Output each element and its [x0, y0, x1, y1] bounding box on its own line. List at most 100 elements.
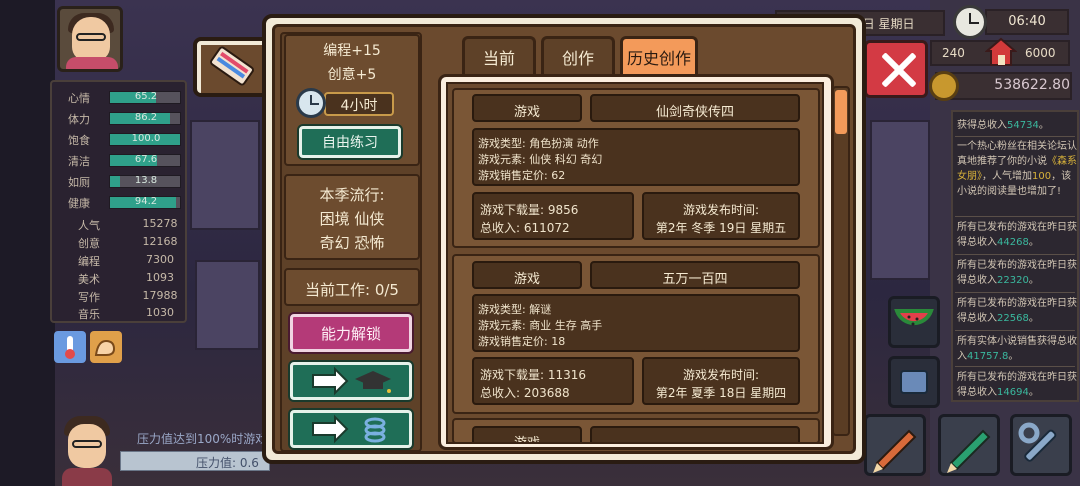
- attribute-label: 编程: [78, 255, 100, 268]
- free-practice-label: 自由练习: [322, 135, 378, 151]
- pressure-label: 压力值: 0.6: [196, 456, 259, 470]
- news-divider: [955, 330, 1075, 331]
- attribute-value: 17988: [142, 289, 178, 302]
- tab-create[interactable]: 创作: [541, 36, 615, 74]
- stat-bar: 67.6: [109, 154, 181, 167]
- thermometer-icon[interactable]: [54, 331, 86, 363]
- news-divider: [955, 292, 1075, 293]
- money-value: 538622.80: [994, 77, 1070, 93]
- close-button[interactable]: [864, 40, 928, 98]
- stat-bar: 94.2: [109, 196, 181, 209]
- game-income: 总收入: 203688: [480, 386, 570, 400]
- spring-coil-icon: [364, 417, 386, 443]
- news-item: 所有实体小说销售获得总收入41757.8。: [957, 336, 1077, 362]
- coin-icon: [929, 71, 959, 101]
- game-type: 游戏类型: 解谜: [478, 303, 552, 316]
- pressure-hint-text: 压力值达到100%时游戏: [137, 432, 268, 446]
- player-avatar[interactable]: [57, 6, 123, 72]
- attribute-label: 音乐: [78, 308, 100, 321]
- trend-line-1: 困境 仙侠: [319, 210, 385, 228]
- attribute-row-programming: 编程 7300: [52, 252, 189, 270]
- muscle-icon[interactable]: [90, 331, 122, 363]
- news-divider: [955, 366, 1075, 367]
- stat-value: 67.6: [134, 154, 158, 165]
- attribute-label: 人气: [78, 219, 100, 232]
- trend-line-2: 奇幻 恐怖: [319, 234, 385, 252]
- pencil-icon[interactable]: [864, 414, 926, 476]
- game-elements: 游戏元素: 商业 生存 高手: [478, 319, 603, 332]
- free-practice-button[interactable]: 自由练习: [299, 126, 401, 158]
- rest-button[interactable]: [290, 410, 412, 448]
- practice-gain-programming: 编程+15: [323, 43, 381, 59]
- status-icons: [54, 331, 124, 365]
- stat-bar: 100.0: [109, 133, 181, 146]
- arrow-right-icon: [312, 366, 349, 396]
- kind-text: 游戏: [513, 105, 540, 120]
- background-window: [870, 120, 930, 280]
- news-divider: [955, 216, 1075, 217]
- energy-value: 240: [942, 46, 965, 60]
- attribute-label: 美术: [78, 273, 100, 286]
- study-button[interactable]: [290, 362, 412, 400]
- ability-unlock-button[interactable]: 能力解锁: [290, 314, 412, 352]
- current-work-text: 当前工作: 0/5: [305, 281, 399, 299]
- tab-label: 当前: [482, 48, 515, 68]
- tab-current[interactable]: 当前: [462, 36, 536, 74]
- stat-value: 100.0: [131, 133, 161, 144]
- background-window: [190, 120, 260, 230]
- stat-row-health: 健康 94.2: [52, 193, 189, 213]
- tool-icon[interactable]: [888, 356, 940, 408]
- attribute-row-writing: 写作 17988: [52, 288, 189, 306]
- pencil-icon[interactable]: [938, 414, 1000, 476]
- stat-row-toilet: 如厕 13.8: [52, 172, 189, 192]
- history-card: 游戏: [452, 418, 820, 444]
- character-portrait: [58, 410, 116, 486]
- wrench-icon[interactable]: [1010, 414, 1072, 476]
- news-item: 所有已发布的游戏在昨日获得总收入22568。: [957, 298, 1077, 324]
- tab-history[interactable]: 历史创作: [620, 36, 698, 74]
- stat-label: 清洁: [68, 155, 90, 168]
- release-date: 第2年 冬季 19日 星期五: [655, 221, 787, 235]
- stat-value: 86.2: [134, 112, 158, 123]
- stopwatch-icon: [296, 88, 326, 118]
- watermelon-icon[interactable]: [888, 296, 940, 348]
- scrollbar-track[interactable]: [832, 86, 850, 436]
- stat-label: 体力: [68, 113, 90, 126]
- attribute-row-art: 美术 1093: [52, 270, 189, 288]
- release-title: 游戏发布时间:: [682, 368, 760, 382]
- stat-value: 13.8: [134, 175, 158, 186]
- stat-label: 心情: [68, 92, 90, 105]
- attribute-row-creativity: 创意 12168: [52, 234, 189, 252]
- attribute-value: 12168: [142, 235, 178, 248]
- kind-text: 游戏: [513, 436, 540, 444]
- news-item: 所有已发布的游戏在昨日获得总收入14694。: [957, 372, 1077, 398]
- game-price: 游戏销售定价: 18: [478, 335, 566, 348]
- house-icon[interactable]: [984, 36, 1018, 68]
- news-divider: [955, 254, 1075, 255]
- time-text: 06:40: [1008, 14, 1046, 29]
- release-title: 游戏发布时间:: [682, 203, 760, 217]
- house-value: 6000: [1025, 46, 1056, 60]
- stat-label: 如厕: [68, 176, 90, 189]
- stat-row-cleanliness: 清洁 67.6: [52, 151, 189, 171]
- practice-duration: 4小时: [340, 98, 378, 114]
- attribute-label: 创意: [78, 237, 100, 250]
- stat-label: 健康: [68, 197, 90, 210]
- attribute-value: 15278: [142, 217, 178, 230]
- name-cell: [590, 426, 800, 442]
- stat-row-mood: 心情 65.2: [52, 88, 189, 108]
- game-type: 游戏类型: 角色扮演 动作: [478, 137, 599, 150]
- news-item: 一个热心粉丝在相关论坛认真地推荐了你的小说《森系女朋》，人气增加100，该小说的…: [957, 141, 1077, 197]
- game-elements: 游戏元素: 仙侠 科幻 奇幻: [478, 153, 603, 166]
- scrollbar-thumb[interactable]: [835, 90, 847, 134]
- background-window: [195, 260, 260, 350]
- graduation-cap-icon: [355, 371, 391, 393]
- tab-label: 创作: [561, 48, 594, 68]
- attribute-row-popularity: 人气 15278: [52, 216, 189, 234]
- stats-panel: 心情 65.2 体力 86.2 饱食 100.0 清洁 67.6 如厕 13.8…: [50, 80, 187, 323]
- news-item: 所有已发布的游戏在昨日获得总收入44268。: [957, 222, 1077, 248]
- attribute-value: 1030: [146, 306, 174, 319]
- stat-label: 饱食: [68, 134, 90, 147]
- news-item: 所有已发布的游戏在昨日获得总收入22320。: [957, 260, 1077, 286]
- clock-icon[interactable]: [953, 5, 987, 39]
